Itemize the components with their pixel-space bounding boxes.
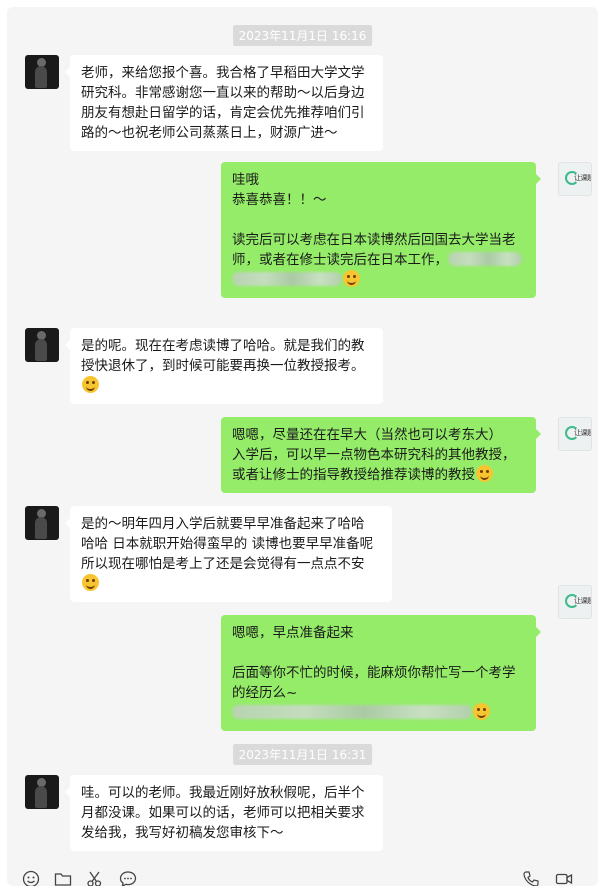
scissors-icon[interactable] (86, 870, 104, 886)
message-bubble-outgoing[interactable]: 嗯嗯，早点准备起来 后面等你不忙的时候，能麻烦你帮忙写一个考学 的经历么~ (221, 615, 541, 731)
message-text: 恭喜恭喜！！～ (232, 192, 327, 208)
self-avatar[interactable]: 让课题学 (558, 585, 592, 619)
message-text: 授快退休了，到时候可能要再换一位教授报考。 (81, 358, 365, 374)
self-avatar[interactable]: 让课题学 (558, 417, 592, 451)
smiling-face-emoji (82, 376, 99, 393)
message-text: 路的～也祝老师公司蒸蒸日上，财源广进～ (81, 125, 338, 141)
redacted-text (232, 705, 472, 719)
message-text: 后面等你不忙的时候，能麻烦你帮忙写一个考学 (232, 665, 516, 681)
contact-avatar[interactable] (25, 328, 59, 362)
message-text: 老师，来给您报个喜。我合格了早稻田大学文学 (81, 65, 365, 81)
chat-window: 2023年11月1日 16:16 老师，来给您报个喜。我合格了早稻田大学文学 研… (7, 7, 598, 886)
message-text: 哇哦 (232, 172, 259, 188)
message-text: 是的～明年四月入学后就要早早准备起来了哈哈 (81, 516, 365, 532)
message-text: 研究科。非常感谢您一直以来的帮助～以后身边 (81, 85, 365, 101)
video-icon[interactable] (555, 870, 573, 886)
redacted-text (448, 252, 522, 266)
message-bubble-incoming[interactable]: 哇。可以的老师。我最近刚好放秋假呢，后半个 月都没课。如果可以的话，老师可以把相… (65, 775, 383, 851)
message-text (232, 210, 525, 230)
message-bubble-incoming[interactable]: 是的呢。现在在考虑读博了哈哈。就是我们的教 授快退休了，到时候可能要再换一位教授… (65, 328, 383, 404)
message-text: 入学后，可以早一点物色本研究科的其他教授， (232, 447, 516, 463)
message-text: 或者让修士的指导教授给推荐读博的教授 (232, 467, 475, 483)
message-text: 发给我，我写好初稿发您审核下～ (81, 825, 284, 841)
message-text: 是的呢。现在在考虑读博了哈哈。就是我们的教 (81, 338, 365, 354)
message-bubble-incoming[interactable]: 老师，来给您报个喜。我合格了早稻田大学文学 研究科。非常感谢您一直以来的帮助～以… (65, 55, 383, 151)
message-text: 师，或者在修士读完后在日本工作， (232, 252, 448, 268)
message-bubble-outgoing[interactable]: 哇哦 恭喜恭喜！！～ 读完后可以考虑在日本读博然后回国去大学当老 师，或者在修士… (221, 162, 541, 298)
self-avatar[interactable]: 让课题学 (558, 162, 592, 196)
contact-avatar[interactable] (25, 775, 59, 809)
avatar-logo-text: 让课题学 (574, 429, 591, 437)
tears-of-joy-emoji (82, 574, 99, 591)
message-bubble-outgoing[interactable]: 嗯嗯，尽量还在在早大（当然也可以考东大） 入学后，可以早一点物色本研究科的其他教… (221, 417, 541, 493)
message-text: 读完后可以考虑在日本读博然后回国去大学当老 (232, 232, 516, 248)
redacted-text (232, 272, 342, 286)
contact-avatar[interactable] (25, 506, 59, 540)
message-bubble-incoming[interactable]: 是的～明年四月入学后就要早早准备起来了哈哈 哈哈 日本就职开始得蛮早的 读博也要… (65, 506, 392, 602)
message-text: 的经历么~ (232, 685, 298, 701)
message-text: 月都没课。如果可以的话，老师可以把相关要求 (81, 805, 365, 821)
input-toolbar (7, 865, 598, 886)
avatar-logo-text: 让课题学 (574, 174, 591, 182)
timestamp: 2023年11月1日 16:31 (232, 744, 373, 765)
message-text: 哈哈 日本就职开始得蛮早的 读博也要早早准备呢 (81, 536, 374, 552)
message-text: 哇。可以的老师。我最近刚好放秋假呢，后半个 (81, 785, 365, 801)
thinking-face-emoji (343, 270, 360, 287)
message-text: 朋友有想赴日留学的话，肯定会优先推荐咱们引 (81, 105, 365, 121)
chat-bubble-icon[interactable] (119, 870, 137, 886)
folder-icon[interactable] (54, 870, 72, 886)
contact-avatar[interactable] (25, 55, 59, 89)
message-text: 嗯嗯，早点准备起来 (232, 625, 354, 641)
phone-icon[interactable] (522, 870, 540, 886)
message-text: 所以现在哪怕是考上了还是会觉得有一点点不安 (81, 556, 365, 572)
message-text (232, 643, 525, 663)
message-text: 嗯嗯，尽量还在在早大（当然也可以考东大） (232, 427, 502, 443)
timestamp: 2023年11月1日 16:16 (232, 25, 373, 46)
emoji-icon[interactable] (22, 870, 40, 886)
thinking-face-emoji (476, 465, 493, 482)
smiling-face-emoji (473, 703, 490, 720)
avatar-logo-text: 让课题学 (574, 597, 591, 605)
